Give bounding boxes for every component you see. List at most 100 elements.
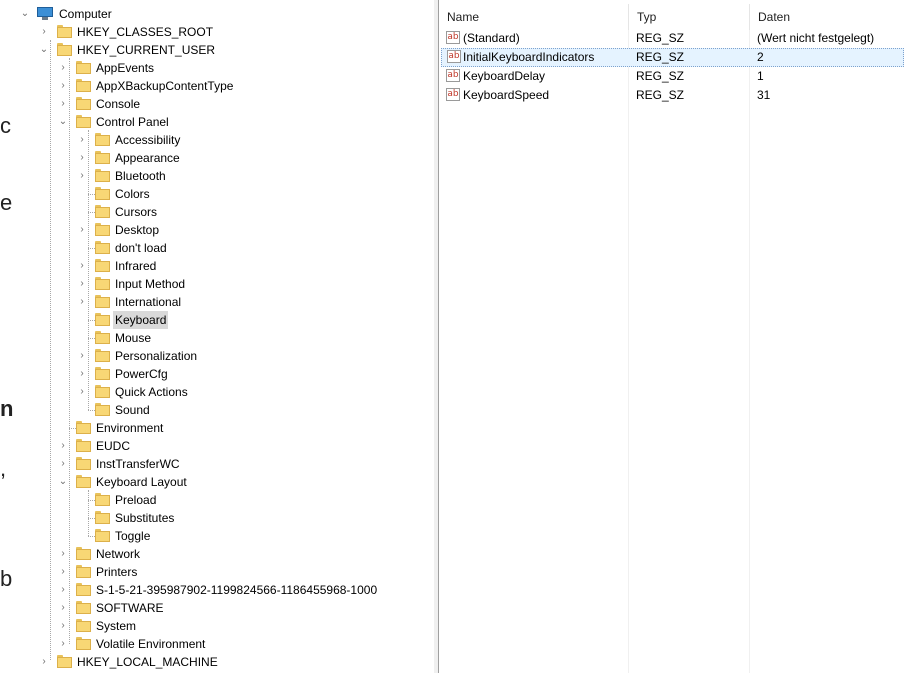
chevron-right-icon[interactable]: › <box>58 617 68 635</box>
folder-icon <box>76 547 91 561</box>
tree-node-label: Sound <box>115 403 150 417</box>
chevron-right-icon[interactable]: › <box>58 95 68 113</box>
chevron-right-icon[interactable]: › <box>58 455 68 473</box>
folder-icon <box>95 151 110 165</box>
chevron-down-icon[interactable]: ⌄ <box>58 473 68 491</box>
chevron-right-icon[interactable]: › <box>77 221 87 239</box>
tree-node-label: Network <box>96 547 141 561</box>
tree-node-label: Input Method <box>115 277 186 291</box>
tree-node-label: Environment <box>96 421 164 435</box>
chevron-right-icon[interactable]: › <box>77 131 87 149</box>
chevron-right-icon[interactable]: › <box>77 275 87 293</box>
tree-node-label: Printers <box>96 565 138 579</box>
tree-node-label: Colors <box>115 187 150 201</box>
folder-icon <box>95 187 110 201</box>
value-data: 31 <box>757 88 771 102</box>
chevron-right-icon[interactable]: › <box>77 149 87 167</box>
chevron-right-icon[interactable]: › <box>58 581 68 599</box>
tree-node-label: AppEvents <box>96 61 155 75</box>
folder-icon <box>57 43 72 57</box>
tree-node-label: Cursors <box>115 205 158 219</box>
folder-icon <box>95 385 110 399</box>
chevron-right-icon[interactable]: › <box>58 545 68 563</box>
string-value-icon: ab <box>447 50 461 63</box>
value-name: InitialKeyboardIndicators <box>463 50 595 64</box>
tree-node-label: Control Panel <box>96 115 169 129</box>
tree-node-label: Mouse <box>115 331 152 345</box>
chevron-right-icon[interactable]: › <box>77 383 87 401</box>
chevron-right-icon[interactable]: › <box>39 653 49 671</box>
value-name: (Standard) <box>463 31 520 45</box>
background-window-strip: c ei n , be <box>0 0 13 673</box>
chevron-right-icon[interactable]: › <box>58 635 68 653</box>
folder-icon <box>76 115 91 129</box>
folder-icon <box>57 25 72 39</box>
value-data: (Wert nicht festgelegt) <box>757 31 875 45</box>
chevron-right-icon[interactable]: › <box>77 365 87 383</box>
chevron-right-icon[interactable]: › <box>58 437 68 455</box>
chevron-right-icon[interactable]: › <box>39 23 49 41</box>
tree-node-label: Volatile Environment <box>96 637 206 651</box>
folder-icon <box>95 349 110 363</box>
column-header-data[interactable]: Daten <box>750 0 906 28</box>
folder-icon <box>76 439 91 453</box>
tree-guide-line <box>69 58 70 644</box>
chevron-right-icon[interactable]: › <box>58 563 68 581</box>
table-row[interactable]: ab KeyboardSpeed REG_SZ 31 <box>441 86 904 105</box>
folder-icon <box>76 457 91 471</box>
column-header-name[interactable]: Name <box>439 0 628 28</box>
folder-icon <box>76 97 91 111</box>
string-value-icon: ab <box>446 69 460 82</box>
table-row[interactable]: ab (Standard) REG_SZ (Wert nicht festgel… <box>441 29 904 48</box>
value-data: 1 <box>757 69 764 83</box>
folder-icon <box>76 61 91 75</box>
background-text-fragment: c <box>0 113 11 138</box>
folder-icon <box>76 475 91 489</box>
table-row-selected[interactable]: ab InitialKeyboardIndicators REG_SZ 2 <box>441 48 904 67</box>
background-text-fragment: n <box>0 396 13 421</box>
tree-node-label: Substitutes <box>115 511 175 525</box>
tree-node-label: Preload <box>115 493 157 507</box>
tree-guide-line <box>88 490 89 536</box>
string-value-icon: ab <box>446 31 460 44</box>
registry-tree-pane[interactable]: ⌄ Computer › HKEY_CLASSES_ROOT ⌄ HKEY_CU… <box>13 0 435 673</box>
background-text-fragment: be <box>0 566 13 591</box>
chevron-right-icon[interactable]: › <box>77 167 87 185</box>
folder-icon <box>95 205 110 219</box>
folder-icon <box>95 403 110 417</box>
tree-node-label: Quick Actions <box>115 385 188 399</box>
folder-icon <box>76 637 91 651</box>
column-separator-line <box>749 30 750 673</box>
tree-node-label: Bluetooth <box>115 169 166 183</box>
folder-icon <box>76 79 91 93</box>
folder-icon <box>95 367 110 381</box>
chevron-right-icon[interactable]: › <box>77 293 87 311</box>
folder-icon <box>95 277 110 291</box>
tree-node-label: HKEY_CURRENT_USER <box>77 43 216 57</box>
folder-icon <box>95 529 110 543</box>
column-separator-line <box>628 30 629 673</box>
column-header-type[interactable]: Typ <box>629 0 749 28</box>
chevron-right-icon[interactable]: › <box>77 257 87 275</box>
folder-icon <box>95 259 110 273</box>
chevron-down-icon[interactable]: ⌄ <box>58 113 68 131</box>
folder-icon <box>76 601 91 615</box>
tree-node-label: Computer <box>59 7 112 21</box>
chevron-right-icon[interactable]: › <box>58 77 68 95</box>
tree-node-label: SOFTWARE <box>96 601 164 615</box>
chevron-down-icon[interactable]: ⌄ <box>39 41 49 59</box>
chevron-right-icon[interactable]: › <box>58 59 68 77</box>
folder-icon <box>76 565 91 579</box>
folder-icon <box>76 619 91 633</box>
chevron-right-icon[interactable]: › <box>58 599 68 617</box>
value-name: KeyboardDelay <box>463 69 546 83</box>
tree-guide-line <box>88 130 89 410</box>
chevron-right-icon[interactable]: › <box>77 347 87 365</box>
value-name: KeyboardSpeed <box>463 88 550 102</box>
table-row[interactable]: ab KeyboardDelay REG_SZ 1 <box>441 67 904 86</box>
tree-node-label: HKEY_CLASSES_ROOT <box>77 25 214 39</box>
value-type: REG_SZ <box>636 31 685 45</box>
registry-values-pane[interactable]: Name Typ Daten ab (Standard) REG_SZ (Wer… <box>439 0 906 673</box>
chevron-down-icon[interactable]: ⌄ <box>20 5 30 23</box>
folder-icon <box>95 241 110 255</box>
